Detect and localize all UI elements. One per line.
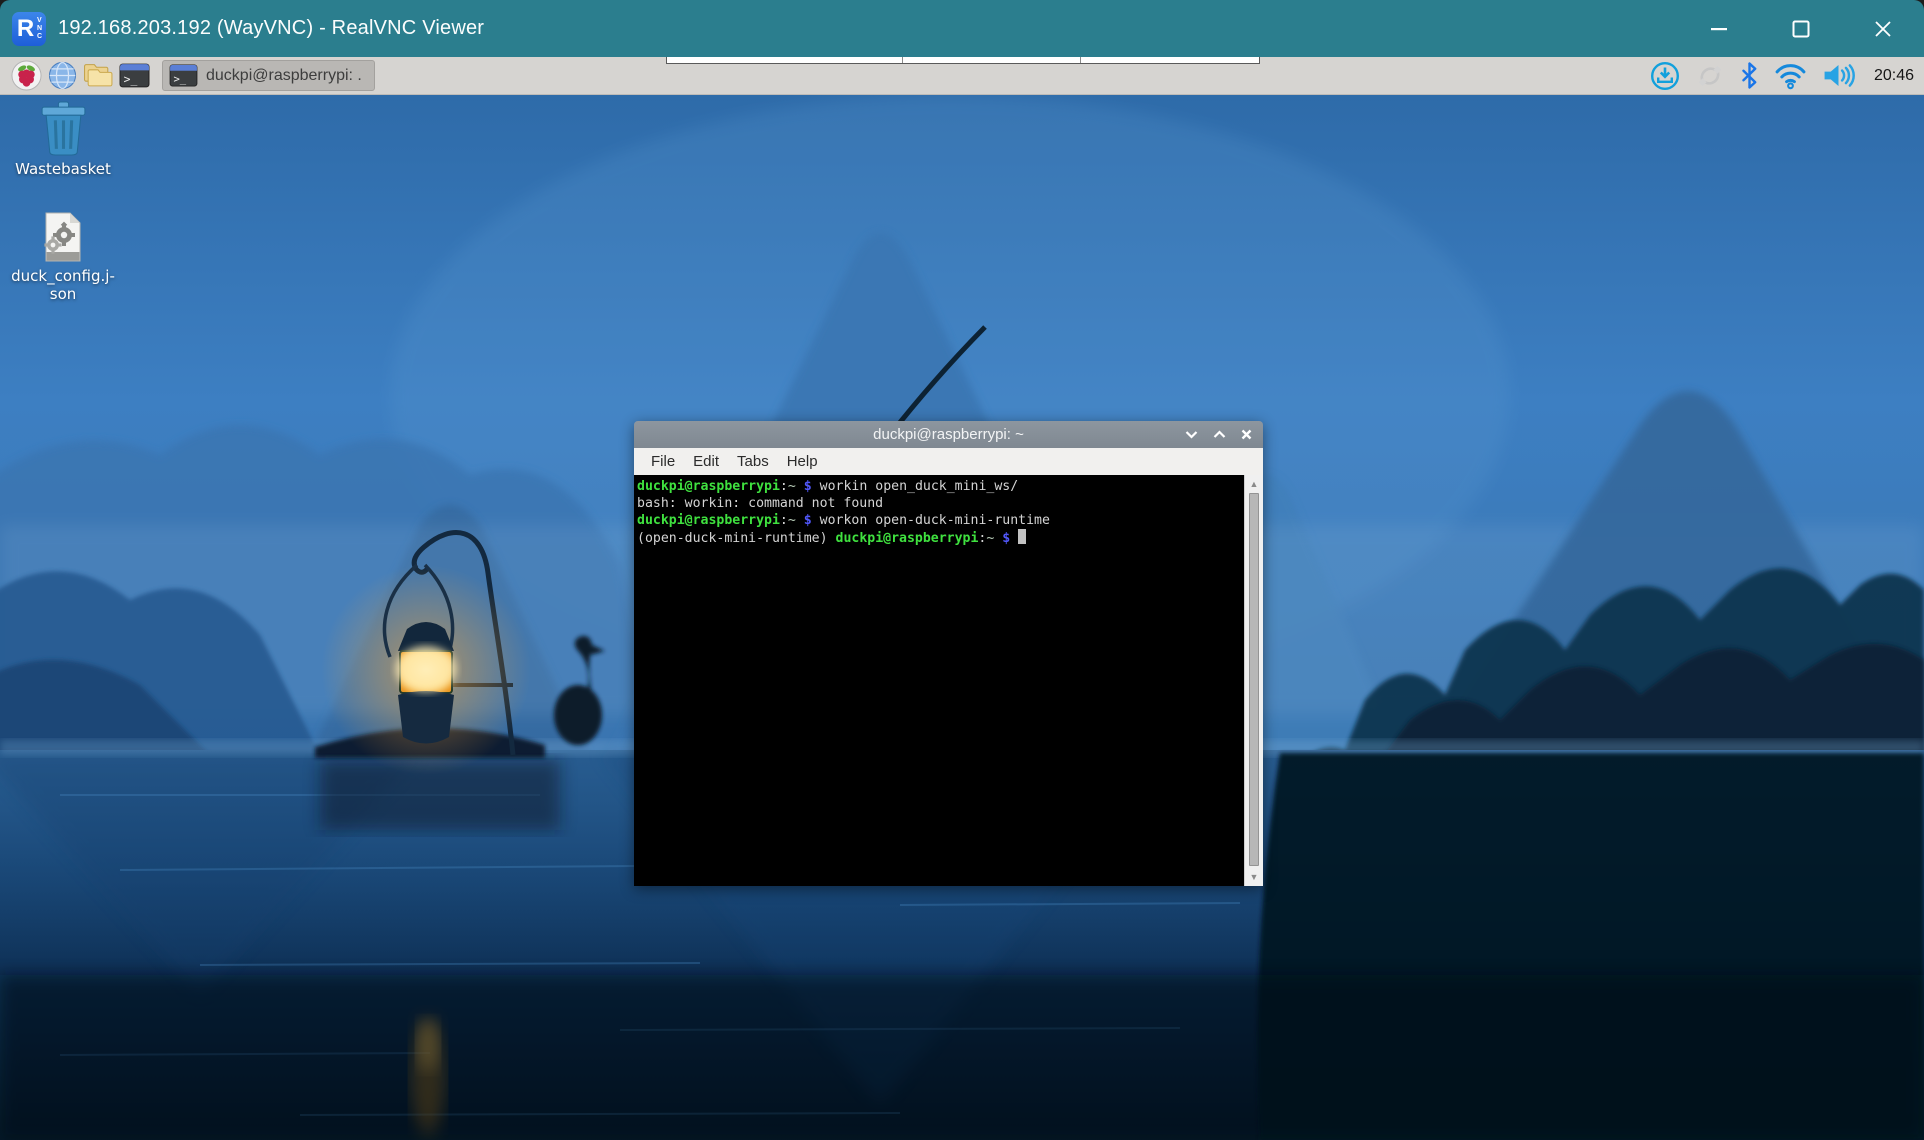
desktop: Wastebasket xyxy=(0,95,1924,1140)
terminal-menubar: File Edit Tabs Help xyxy=(634,448,1263,475)
scrollbar-thumb[interactable] xyxy=(1249,493,1259,866)
wastebasket-icon xyxy=(39,101,88,156)
desktop-icon-wastebasket[interactable]: Wastebasket xyxy=(11,101,115,178)
icon-label: son xyxy=(11,285,115,303)
menu-file[interactable]: File xyxy=(642,453,684,470)
window-title: 192.168.203.192 (WayVNC) - RealVNC Viewe… xyxy=(58,17,484,40)
task-button-label: duckpi@raspberrypi: . xyxy=(206,67,362,85)
terminal-line: bash: workin: command not found xyxy=(637,495,1244,512)
scroll-down-icon[interactable]: ▼ xyxy=(1245,869,1263,885)
shade-button[interactable] xyxy=(1185,430,1198,439)
vnc-titlebar[interactable]: R VNC 192.168.203.192 (WayVNC) - RealVNC… xyxy=(0,0,1924,57)
scroll-up-icon[interactable]: ▲ xyxy=(1245,476,1263,492)
wifi-icon[interactable] xyxy=(1774,62,1807,90)
realvnc-logo-icon: R VNC xyxy=(12,12,46,46)
remote-screen: >_ >_ duckpi@raspberrypi: . xyxy=(0,57,1924,1140)
menu-button[interactable] xyxy=(8,59,44,93)
terminal-titlebar[interactable]: duckpi@raspberrypi: ~ xyxy=(634,421,1263,448)
bluetooth-icon[interactable] xyxy=(1740,62,1759,89)
terminal-scrollbar[interactable]: ▲ ▼ xyxy=(1244,475,1263,886)
config-file-icon xyxy=(41,211,85,263)
file-manager-launcher[interactable] xyxy=(80,59,116,93)
icon-label: duck_config.j- xyxy=(11,267,115,285)
close-button[interactable] xyxy=(1842,0,1924,57)
minimize-button[interactable] xyxy=(1678,0,1760,57)
maximize-button[interactable] xyxy=(1760,0,1842,57)
close-button[interactable] xyxy=(1241,429,1252,440)
window-controls xyxy=(1678,0,1924,57)
terminal-output: duckpi@raspberrypi:~ $ workin open_duck_… xyxy=(634,475,1244,886)
maximize-icon xyxy=(1792,20,1810,38)
terminal-title: duckpi@raspberrypi: ~ xyxy=(634,426,1263,443)
desktop-icon-duck-config[interactable]: duck_config.j- son xyxy=(11,211,115,303)
minimize-icon xyxy=(1710,27,1728,31)
taskbar-window-button[interactable]: >_ duckpi@raspberrypi: . xyxy=(162,60,375,91)
terminal-cursor xyxy=(1018,529,1026,544)
terminal-line: duckpi@raspberrypi:~ $ workon open-duck-… xyxy=(637,512,1244,529)
svg-text:>_: >_ xyxy=(123,72,137,86)
update-download-icon[interactable] xyxy=(1650,61,1680,91)
sync-icon[interactable] xyxy=(1695,61,1725,91)
menu-tabs[interactable]: Tabs xyxy=(728,453,778,470)
svg-text:>_: >_ xyxy=(173,74,186,86)
icon-label: Wastebasket xyxy=(11,160,115,178)
terminal-line: duckpi@raspberrypi:~ $ workin open_duck_… xyxy=(637,478,1244,495)
menu-help[interactable]: Help xyxy=(778,453,827,470)
system-tray: 20:46 xyxy=(1650,61,1914,91)
terminal-icon: >_ xyxy=(169,64,198,87)
terminal-window: duckpi@raspberrypi: ~ File Edit Tabs Hel… xyxy=(634,421,1263,886)
close-icon xyxy=(1874,20,1892,38)
browser-launcher[interactable] xyxy=(44,59,80,93)
menu-edit[interactable]: Edit xyxy=(684,453,728,470)
maximize-button[interactable] xyxy=(1213,430,1226,439)
globe-icon xyxy=(48,61,77,90)
volume-icon[interactable] xyxy=(1822,62,1856,89)
raspberry-icon xyxy=(11,60,42,91)
terminal-content[interactable]: duckpi@raspberrypi:~ $ workin open_duck_… xyxy=(634,475,1263,886)
terminal-launcher[interactable]: >_ xyxy=(116,59,152,93)
clock[interactable]: 20:46 xyxy=(1874,67,1914,85)
terminal-icon: >_ xyxy=(119,63,150,88)
realvnc-viewer-window: R VNC 192.168.203.192 (WayVNC) - RealVNC… xyxy=(0,0,1924,1140)
terminal-line: (open-duck-mini-runtime) duckpi@raspberr… xyxy=(637,529,1244,547)
folder-icon xyxy=(83,62,114,89)
vnc-toolbar-strip[interactable] xyxy=(666,57,1260,64)
